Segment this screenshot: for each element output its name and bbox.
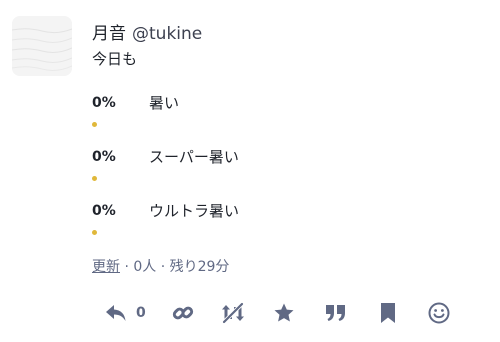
avatar-image [12,16,72,76]
avatar[interactable] [12,16,72,76]
poll-refresh-link[interactable]: 更新 [92,259,120,275]
quote-icon [326,305,345,321]
poll-option-label: スーパー暑い [149,148,239,166]
poll: 0% 暑い 0% スーパー暑い 0% ウルトラ暑い [92,92,472,254]
quote-button[interactable] [324,300,348,326]
poll-option: 0% スーパー暑い [92,146,472,200]
poll-option-percent: 0% [92,203,116,219]
poll-option-bar [92,176,97,181]
poll-option-label: ウルトラ暑い [149,202,240,220]
poll-option: 0% 暑い [92,92,472,146]
emoji-reaction-button[interactable] [427,300,451,326]
username[interactable]: @tukine [132,24,202,44]
post-header: 月音 @tukine [92,22,202,46]
boost-button[interactable] [220,300,246,326]
star-icon [274,303,294,322]
bookmark-button[interactable] [377,300,399,326]
poll-option-bar [92,122,97,127]
post-content: 今日も [92,50,138,68]
poll-option-bar [92,230,97,235]
poll-option-label: 暑い [149,94,180,112]
poll-footer: 更新 · 0人 · 残り29分 [92,256,229,278]
display-name[interactable]: 月音 [92,24,126,44]
copy-link-button[interactable] [172,300,194,326]
bookmark-icon [381,303,395,323]
reply-icon [106,305,126,321]
favourite-button[interactable] [272,300,296,326]
smile-icon [428,302,450,324]
reply-count: 0 [136,305,146,321]
poll-option: 0% ウルトラ暑い [92,200,472,254]
poll-option-percent: 0% [92,95,116,111]
poll-meta: · 0人 · 残り29分 [120,259,230,275]
reply-button[interactable]: 0 [104,300,146,326]
poll-option-percent: 0% [92,149,116,165]
boost-disabled-icon [222,302,244,324]
link-icon [172,306,194,320]
